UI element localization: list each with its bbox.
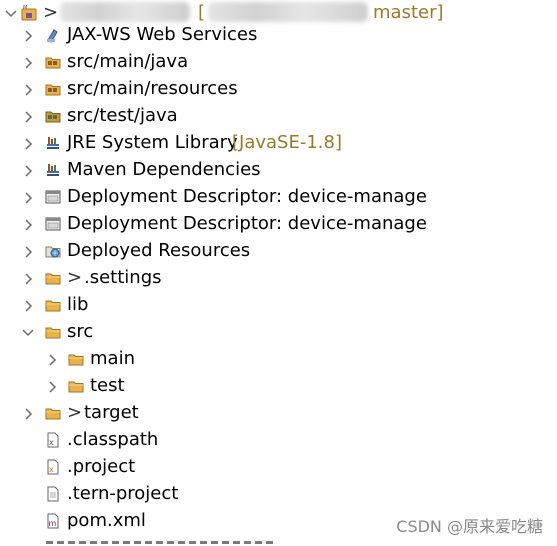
svg-text:x: x bbox=[49, 438, 54, 447]
jre-version-decoration: [JavaSE-1.8] bbox=[232, 132, 342, 153]
tree-item-label: Deployed Resources bbox=[67, 240, 251, 261]
deployed-resources-icon bbox=[45, 243, 61, 259]
tree-row-maven-dependencies[interactable]: Maven Dependencies bbox=[0, 157, 557, 184]
tree-row-main[interactable]: main bbox=[0, 346, 557, 373]
web-services-icon bbox=[45, 27, 61, 43]
tree-item-label: JAX-WS Web Services bbox=[67, 24, 258, 45]
project-explorer-tree: M > [ master] JAX-WS Web Services src/ma… bbox=[0, 0, 557, 546]
project-branch-suffix: master] bbox=[373, 2, 444, 23]
tree-row-classpath[interactable]: x .classpath bbox=[0, 427, 557, 454]
watermark: CSDN @原来爱吃糖 bbox=[396, 517, 543, 536]
tree-row-src[interactable]: src bbox=[0, 319, 557, 346]
library-icon bbox=[45, 162, 61, 178]
chevron-right-icon[interactable] bbox=[21, 272, 35, 286]
tree-item-label: main bbox=[90, 348, 135, 369]
tree-item-label: JRE System Library bbox=[67, 132, 238, 153]
redacted-project-name bbox=[60, 2, 190, 22]
chevron-right-icon[interactable] bbox=[21, 407, 35, 421]
chevron-down-icon[interactable] bbox=[4, 7, 18, 21]
tree-row-src-main-resources[interactable]: src/main/resources bbox=[0, 76, 557, 103]
tree-item-label: lib bbox=[67, 294, 89, 315]
tree-item-label: .project bbox=[67, 456, 136, 477]
chevron-right-icon[interactable] bbox=[21, 299, 35, 313]
chevron-right-icon[interactable] bbox=[21, 245, 35, 259]
dirty-decoration-prefix: > bbox=[67, 402, 83, 423]
tree-row-src-main-java[interactable]: src/main/java bbox=[0, 49, 557, 76]
tree-row-jaxws[interactable]: JAX-WS Web Services bbox=[0, 22, 557, 49]
tree-item-label: src/test/java bbox=[67, 105, 178, 126]
svg-text:M: M bbox=[23, 5, 27, 11]
chevron-right-icon[interactable] bbox=[21, 164, 35, 178]
chevron-right-icon[interactable] bbox=[21, 29, 35, 43]
svg-text:x: x bbox=[49, 465, 54, 474]
folder-icon bbox=[68, 351, 84, 367]
tree-row-tern-project[interactable]: .tern-project bbox=[0, 481, 557, 508]
xml-file-icon: x bbox=[45, 432, 61, 448]
deployment-descriptor-icon bbox=[45, 189, 61, 205]
deployment-descriptor-icon bbox=[45, 216, 61, 232]
svg-text:m: m bbox=[49, 519, 57, 528]
tree-row-target[interactable]: > target bbox=[0, 400, 557, 427]
tree-row-lib[interactable]: lib bbox=[0, 292, 557, 319]
dirty-decoration-prefix: > bbox=[67, 267, 83, 288]
folder-icon bbox=[45, 324, 61, 340]
tree-item-label: Deployment Descriptor: device-manage bbox=[67, 213, 427, 234]
chevron-right-icon[interactable] bbox=[45, 380, 59, 394]
tree-item-label: src bbox=[67, 321, 94, 342]
tree-row-deployed-resources[interactable]: Deployed Resources bbox=[0, 238, 557, 265]
tree-row-deployment-descriptor-1[interactable]: Deployment Descriptor: device-manage bbox=[0, 184, 557, 211]
xml-file-icon: x bbox=[45, 459, 61, 475]
tree-item-label: .classpath bbox=[67, 429, 159, 450]
chevron-right-icon[interactable] bbox=[21, 83, 35, 97]
folder-icon bbox=[45, 270, 61, 286]
tree-item-label: .settings bbox=[84, 267, 162, 288]
chevron-right-icon[interactable] bbox=[21, 218, 35, 232]
chevron-right-icon[interactable] bbox=[45, 353, 59, 367]
tree-row-project-file[interactable]: x .project bbox=[0, 454, 557, 481]
source-folder-icon bbox=[45, 54, 61, 70]
tree-item-label: Maven Dependencies bbox=[67, 159, 261, 180]
tree-row-settings[interactable]: > .settings bbox=[0, 265, 557, 292]
tree-item-label: src/main/resources bbox=[67, 78, 238, 99]
cut-off-next-row bbox=[46, 536, 276, 546]
tree-row-deployment-descriptor-2[interactable]: Deployment Descriptor: device-manage bbox=[0, 211, 557, 238]
folder-icon bbox=[45, 405, 61, 421]
tree-row-src-test-java[interactable]: src/test/java bbox=[0, 103, 557, 130]
chevron-right-icon[interactable] bbox=[21, 110, 35, 124]
tree-item-label: .tern-project bbox=[67, 483, 179, 504]
chevron-down-icon[interactable] bbox=[21, 326, 35, 340]
tree-item-label: target bbox=[84, 402, 139, 423]
project-decoration-prefix: > bbox=[43, 2, 59, 23]
chevron-right-icon[interactable] bbox=[21, 191, 35, 205]
redacted-repository-name bbox=[208, 2, 368, 22]
library-icon bbox=[45, 135, 61, 151]
tree-row-jre-library[interactable]: JRE System Library [JavaSE-1.8] bbox=[0, 130, 557, 157]
tree-item-label: src/main/java bbox=[67, 51, 189, 72]
text-file-icon bbox=[45, 486, 61, 502]
folder-icon bbox=[68, 378, 84, 394]
source-folder-icon bbox=[45, 81, 61, 97]
tree-row-test[interactable]: test bbox=[0, 373, 557, 400]
tree-item-label: test bbox=[90, 375, 125, 396]
tree-item-label: pom.xml bbox=[67, 510, 146, 531]
tree-item-label: Deployment Descriptor: device-manage bbox=[67, 186, 427, 207]
folder-icon bbox=[45, 297, 61, 313]
chevron-right-icon[interactable] bbox=[21, 56, 35, 70]
maven-project-icon: M bbox=[21, 5, 37, 21]
test-source-folder-icon bbox=[45, 108, 61, 124]
xml-file-icon: m bbox=[45, 513, 61, 529]
chevron-right-icon[interactable] bbox=[21, 137, 35, 151]
